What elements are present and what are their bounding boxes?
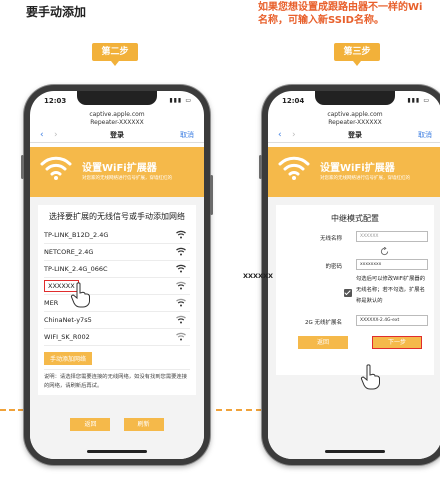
- hand-pointer-icon: [70, 282, 90, 308]
- nav-cancel-button[interactable]: 取消: [180, 129, 194, 141]
- banner: 设置WiFi扩展器 对您家的无线网络进行信号扩展，穿墙红红的: [268, 147, 440, 197]
- wifi-signal-icon: [176, 332, 186, 341]
- content-area: 选择要扩展的无线信号或手动添加网络 TP-LINK_B12D_2.4G NETC…: [30, 197, 204, 459]
- url-host: captive.apple.com: [327, 111, 383, 118]
- banner-title: 设置WiFi扩展器: [320, 163, 395, 174]
- content-area: 中继模式配置 无线名称 XXXXXX 的密码 xxxxxxxx 勾选后可以修改W…: [268, 197, 440, 459]
- signal-battery-icon: ▮▮▮ ▭: [169, 97, 192, 104]
- back-button[interactable]: 返回: [70, 418, 111, 431]
- network-row[interactable]: ChinaNet-y7s5: [44, 312, 190, 329]
- wifi-icon: [278, 156, 310, 180]
- password-label: 的密码: [325, 264, 342, 270]
- heading-ssid-hint-line1: 如果您想设置成跟路由器不一样的Wi: [258, 2, 423, 13]
- bottom-buttons: 返回 刷新: [30, 411, 204, 431]
- network-name: NETCORE_2.4G: [44, 248, 94, 256]
- dashed-divider-middle: [216, 409, 262, 411]
- network-row[interactable]: TP-LINK_2.4G_066C: [44, 261, 190, 278]
- network-row-selected[interactable]: XXXXXX: [44, 278, 190, 295]
- network-row[interactable]: MER: [44, 295, 190, 312]
- nav-cancel-button[interactable]: 取消: [418, 129, 432, 141]
- ssid-label: 无线名称: [319, 236, 342, 242]
- banner-subtitle: 对您家的无线网络进行信号扩展，穿墙红红的: [320, 176, 410, 181]
- notch: [77, 91, 157, 105]
- password-row: 的密码 xxxxxxxx: [276, 258, 434, 274]
- password-input[interactable]: xxxxxxxx: [356, 259, 428, 270]
- hand-pointer-icon: [360, 364, 380, 390]
- wifi-signal-icon: [176, 230, 186, 239]
- form-buttons: 返回 下一步: [276, 334, 434, 352]
- phone-right-screen: 12:04 ▮▮▮ ▭ captive.apple.com Repeater-X…: [268, 91, 440, 459]
- network-name: MER: [44, 299, 59, 307]
- repeater-config-panel: 中继模式配置 无线名称 XXXXXX 的密码 xxxxxxxx 勾选后可以修改W…: [276, 205, 434, 375]
- banner-subtitle: 对您家的无线网络进行信号扩展，穿墙红红的: [82, 176, 172, 181]
- nav-title: 登录: [110, 131, 124, 139]
- url-ssid: Repeater-XXXXXX: [328, 119, 382, 126]
- network-row[interactable]: TP-LINK_B12D_2.4G: [44, 227, 190, 244]
- network-name: TP-LINK_B12D_2.4G: [44, 231, 109, 239]
- signal-battery-icon: ▮▮▮ ▭: [407, 97, 430, 104]
- heading-ssid-hint-line2: 名称，可输入新SSID名称。: [258, 15, 384, 26]
- instruction-note: 说明：请选择您需要连接的无线网络，如没有找到您需要连接的网络，请刷新后再试。: [44, 369, 190, 391]
- dashed-divider-left: [0, 409, 24, 411]
- notch: [315, 91, 395, 105]
- wifi-signal-icon: [176, 315, 186, 324]
- rename-checkbox[interactable]: [344, 289, 352, 297]
- banner-title: 设置WiFi扩展器: [82, 163, 157, 174]
- back-button[interactable]: 返回: [298, 336, 348, 349]
- captive-url: captive.apple.com Repeater-XXXXXX: [268, 111, 440, 129]
- home-indicator: [325, 450, 385, 453]
- next-step-button[interactable]: 下一步: [372, 336, 422, 349]
- network-list-panel: 选择要扩展的无线信号或手动添加网络 TP-LINK_B12D_2.4G NETC…: [38, 205, 196, 395]
- manual-add-network-button[interactable]: 手动添加网络: [44, 352, 93, 365]
- refresh-row: [276, 246, 434, 258]
- status-time: 12:03: [44, 97, 67, 105]
- url-ssid: Repeater-XXXXXX: [90, 119, 144, 126]
- ssid-input[interactable]: XXXXXX: [356, 231, 428, 242]
- refresh-button[interactable]: 刷新: [123, 418, 164, 431]
- network-name: WIFI_SK_R002: [44, 333, 90, 341]
- form-title: 中继模式配置: [331, 214, 379, 223]
- heading-ssid-hint: 如果您想设置成跟路由器不一样的Wi 名称，可输入新SSID名称。: [258, 1, 440, 27]
- ext-name-row: 2G 无线扩展名 XXXXXX-2.4G-ext: [276, 314, 434, 330]
- ext-name-label: 2G 无线扩展名: [304, 320, 342, 326]
- heading-manual-add: 要手动添加: [26, 5, 87, 19]
- network-list-title: 选择要扩展的无线信号或手动添加网络: [49, 212, 185, 221]
- network-name: ChinaNet-y7s5: [44, 316, 92, 324]
- nav-title: 登录: [348, 131, 362, 139]
- network-row[interactable]: WIFI_SK_R002: [44, 329, 190, 346]
- wifi-signal-icon: [176, 264, 186, 273]
- phone-left-screen: 12:03 ▮▮▮ ▭ captive.apple.com Repeater-X…: [30, 91, 204, 459]
- network-row[interactable]: NETCORE_2.4G: [44, 244, 190, 261]
- captive-url: captive.apple.com Repeater-XXXXXX: [30, 111, 204, 129]
- network-name: TP-LINK_2.4G_066C: [44, 265, 108, 273]
- wifi-signal-icon: [176, 298, 186, 307]
- wifi-signal-icon: [176, 247, 186, 256]
- step3-badge: 第三步: [334, 43, 380, 66]
- status-time: 12:04: [282, 97, 305, 105]
- home-indicator: [87, 450, 147, 453]
- refresh-icon[interactable]: [380, 247, 389, 256]
- ssid-row: 无线名称 XXXXXX: [276, 230, 434, 246]
- rename-checkbox-label: 勾选后可以修改WiFi扩展器的无线名称；若不勾选，扩展名称是默认的: [356, 276, 425, 304]
- step2-badge: 第二步: [92, 43, 138, 66]
- rename-checkbox-row: 勾选后可以修改WiFi扩展器的无线名称；若不勾选，扩展名称是默认的: [276, 274, 434, 314]
- nav-bar: ‹ › 登录 取消: [268, 129, 440, 143]
- banner: 设置WiFi扩展器 对您家的无线网络进行信号扩展，穿墙红红的: [30, 147, 204, 197]
- nav-bar: ‹ › 登录 取消: [30, 129, 204, 143]
- wifi-icon: [40, 156, 72, 180]
- phone-left: 12:03 ▮▮▮ ▭ captive.apple.com Repeater-X…: [21, 85, 213, 465]
- password-prefix-label: XXXXXX: [243, 272, 274, 280]
- ext-name-input[interactable]: XXXXXX-2.4G-ext: [356, 315, 428, 326]
- url-host: captive.apple.com: [89, 111, 145, 118]
- wifi-signal-icon: [176, 281, 186, 290]
- phone-right: 12:04 ▮▮▮ ▭ captive.apple.com Repeater-X…: [259, 85, 440, 465]
